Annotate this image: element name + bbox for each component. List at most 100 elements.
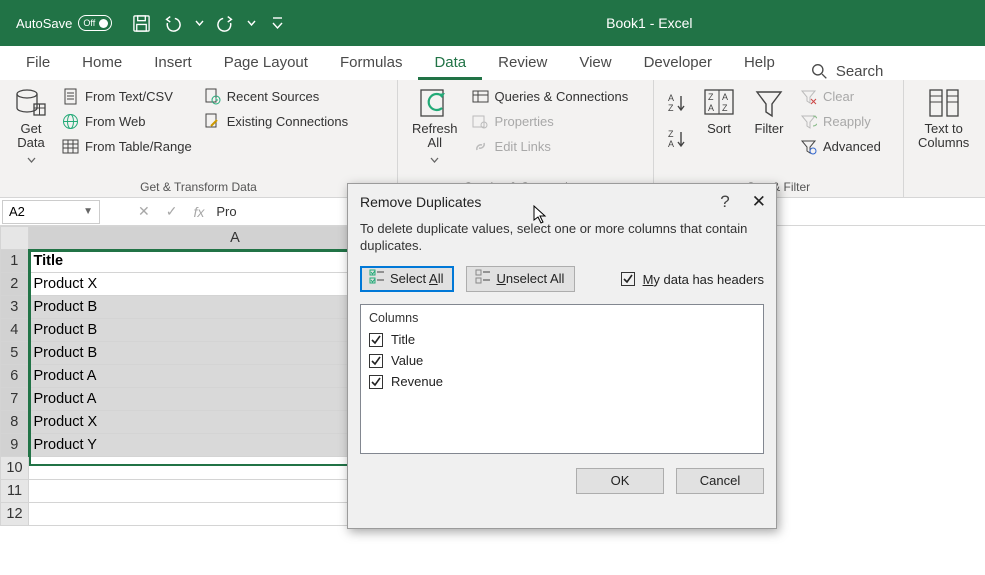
queries-connections-button[interactable]: Queries & Connections (470, 86, 631, 107)
text-to-columns-label: Text toColumns (918, 122, 969, 150)
close-icon[interactable]: ✕ (752, 192, 766, 212)
sort-az-button[interactable]: AZ (664, 90, 690, 116)
select-all-icon (369, 269, 385, 288)
from-text-csv-icon (62, 88, 79, 105)
help-icon[interactable]: ? (720, 192, 729, 212)
columns-label: Columns (369, 311, 755, 325)
title-bar: AutoSave Off Book1 - Excel (0, 0, 985, 46)
refresh-all-button[interactable]: RefreshAll (408, 84, 462, 168)
edit-links-label: Edit Links (495, 138, 551, 155)
redo-icon[interactable] (214, 12, 236, 34)
get-data-button[interactable]: GetData (10, 84, 52, 168)
tell-me-search[interactable]: Search (811, 63, 884, 80)
tab-page-layout[interactable]: Page Layout (208, 46, 324, 80)
row-header[interactable]: 12 (1, 503, 29, 526)
tab-formulas[interactable]: Formulas (324, 46, 419, 80)
row-header[interactable]: 11 (1, 480, 29, 503)
group-data-tools: Text toColumns (904, 80, 983, 197)
advanced-filter-label: Advanced (823, 138, 881, 155)
from-text-csv-button[interactable]: From Text/CSV (60, 86, 194, 107)
tab-help[interactable]: Help (728, 46, 791, 80)
reapply-icon (800, 113, 817, 130)
get-data-label: GetData (17, 122, 44, 150)
column-option-revenue[interactable]: Revenue (369, 371, 755, 392)
properties-label: Properties (495, 113, 554, 130)
tab-view[interactable]: View (563, 46, 627, 80)
row-header[interactable]: 1 (1, 250, 29, 273)
row-header[interactable]: 8 (1, 411, 29, 434)
workbook-title: Book1 - Excel (293, 15, 693, 31)
autosave-switch[interactable]: Off (78, 15, 112, 31)
qat-customize-icon[interactable] (266, 12, 288, 34)
svg-text:Z: Z (708, 92, 714, 102)
refresh-all-icon (418, 86, 452, 120)
chevron-down-icon[interactable]: ▼ (83, 206, 93, 217)
sort-za-icon: ZA (666, 128, 688, 150)
svg-text:A: A (708, 103, 714, 113)
checkbox-icon (621, 272, 635, 286)
group-queries-connections: RefreshAll Queries & Connections Propert… (398, 80, 654, 197)
row-header[interactable]: 10 (1, 457, 29, 480)
tab-insert[interactable]: Insert (138, 46, 208, 80)
unselect-all-icon (475, 269, 491, 288)
from-table-range-button[interactable]: From Table/Range (60, 136, 194, 157)
my-data-has-headers-checkbox[interactable]: My data has headers (621, 272, 764, 287)
tab-developer[interactable]: Developer (628, 46, 728, 80)
sort-za-button[interactable]: ZA (664, 126, 690, 152)
undo-icon[interactable] (162, 12, 184, 34)
filter-label: Filter (755, 122, 784, 136)
svg-text:A: A (668, 139, 674, 149)
autosave-label: AutoSave (16, 16, 72, 31)
edit-links-icon (472, 138, 489, 155)
chevron-down-icon (27, 150, 36, 168)
row-header[interactable]: 4 (1, 319, 29, 342)
select-all-button[interactable]: Select All (360, 266, 454, 292)
text-to-columns-button[interactable]: Text toColumns (914, 84, 973, 150)
column-option-value[interactable]: Value (369, 350, 755, 371)
name-box[interactable]: A2 ▼ (2, 200, 100, 224)
properties-icon (472, 113, 489, 130)
row-header[interactable]: 2 (1, 273, 29, 296)
redo-dropdown-icon[interactable] (246, 12, 256, 34)
clear-filter-icon (800, 88, 817, 105)
reapply-label: Reapply (823, 113, 871, 130)
text-to-columns-icon (927, 86, 961, 120)
recent-sources-icon (204, 88, 221, 105)
fx-icon[interactable]: fx (187, 204, 210, 220)
advanced-filter-button[interactable]: Advanced (798, 136, 883, 157)
row-header[interactable]: 7 (1, 388, 29, 411)
save-icon[interactable] (130, 12, 152, 34)
cancel-formula-icon[interactable]: ✕ (132, 203, 156, 220)
existing-connections-button[interactable]: Existing Connections (202, 111, 350, 132)
cancel-button[interactable]: Cancel (676, 468, 764, 494)
quick-access-toolbar (130, 12, 288, 34)
checkbox-icon (369, 375, 383, 389)
from-table-range-icon (62, 138, 79, 155)
columns-listbox[interactable]: Columns Title Value Revenue (360, 304, 764, 454)
filter-button[interactable]: Filter (748, 84, 790, 157)
tab-home[interactable]: Home (66, 46, 138, 80)
ok-button[interactable]: OK (576, 468, 664, 494)
select-all-corner[interactable] (1, 227, 29, 250)
row-header[interactable]: 3 (1, 296, 29, 319)
edit-links-button: Edit Links (470, 136, 631, 157)
recent-sources-button[interactable]: Recent Sources (202, 86, 350, 107)
column-option-title[interactable]: Title (369, 329, 755, 350)
formula-input[interactable] (214, 203, 284, 220)
tab-data[interactable]: Data (418, 46, 482, 80)
unselect-all-label: Unselect All (496, 271, 564, 286)
tab-review[interactable]: Review (482, 46, 563, 80)
from-web-button[interactable]: From Web (60, 111, 194, 132)
svg-text:Z: Z (722, 103, 728, 113)
row-header[interactable]: 9 (1, 434, 29, 457)
chevron-down-icon (430, 150, 439, 168)
unselect-all-button[interactable]: Unselect All (466, 266, 575, 292)
clear-filter-label: Clear (823, 88, 854, 105)
row-header[interactable]: 5 (1, 342, 29, 365)
row-header[interactable]: 6 (1, 365, 29, 388)
undo-dropdown-icon[interactable] (194, 12, 204, 34)
tab-file[interactable]: File (10, 46, 66, 80)
enter-formula-icon[interactable]: ✓ (160, 203, 184, 220)
sort-button[interactable]: ZAAZ Sort (698, 84, 740, 157)
autosave-toggle[interactable]: AutoSave Off (16, 15, 112, 31)
